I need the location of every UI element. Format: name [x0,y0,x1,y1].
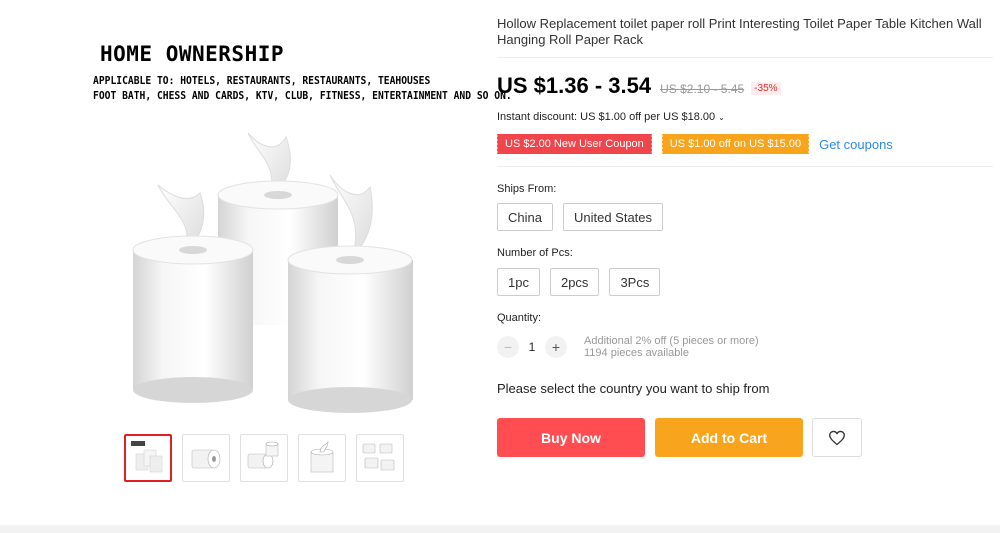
thumbnail-4[interactable] [298,434,346,482]
thumbnail-1[interactable] [124,434,172,482]
ships-from-china[interactable]: China [497,203,553,231]
thumbnail-5[interactable] [356,434,404,482]
original-price: US $2.10 - 5.45 [660,82,745,96]
instant-discount-text: Instant discount: US $1.00 off per US $1… [497,111,716,123]
quantity-stepper: − 1 + Additional 2% off (5 pieces or mor… [497,335,759,359]
thumbnail-rolls-image [362,443,395,471]
thumbnail-roll-image [191,449,221,469]
bulk-discount-note: Additional 2% off (5 pieces or more) [584,335,759,347]
store-coupon[interactable]: US $1.00 off on US $15.00 [660,134,810,154]
image-caption: APPLICABLE TO: HOTELS, RESTAURANTS, REST… [93,74,512,104]
ships-from-united-states[interactable]: United States [562,203,664,231]
divider [497,57,993,58]
image-caption-line-1: APPLICABLE TO: HOTELS, RESTAURANTS, REST… [93,75,431,87]
coupon-row: US $2.00 New User Coupon US $1.00 off on… [496,134,893,154]
toilet-paper-rolls-illustration [132,132,413,413]
new-user-coupon[interactable]: US $2.00 New User Coupon [496,134,652,154]
shipping-message: Please select the country you want to sh… [497,381,770,396]
divider [497,166,993,167]
current-price: US $1.36 - 3.54 [497,73,652,98]
add-to-cart-button[interactable]: Add to Cart [655,418,803,457]
thumbnail-roll-image [310,441,334,473]
main-product-image[interactable]: HOME OWNERSHIP APPLICABLE TO: HOTELS, RE… [88,30,512,415]
ships-from-options: China United States [497,203,664,231]
stock-available-note: 1194 pieces available [584,347,689,359]
price-row: US $1.36 - 3.54 US $2.10 - 5.45 -35% [497,73,781,99]
heart-icon [829,430,845,445]
quantity-increase-button[interactable]: + [545,336,567,358]
image-heading: HOME OWNERSHIP [100,42,285,66]
product-title: Hollow Replacement toilet paper roll Pri… [497,16,982,47]
thumbnail-roll-image [247,441,279,469]
image-gallery: HOME OWNERSHIP APPLICABLE TO: HOTELS, RE… [0,0,512,525]
pieces-option-1pc[interactable]: 1pc [497,268,540,296]
get-coupons-link[interactable]: Get coupons [819,137,893,152]
thumbnail-2[interactable] [182,434,230,482]
pieces-label: Number of Pcs: [497,247,573,259]
quantity-decrease-button[interactable]: − [497,336,519,358]
thumbnail-strip [124,434,404,482]
chevron-down-icon: ⌄ [718,113,725,122]
quantity-note: Additional 2% off (5 pieces or more) 119… [584,335,759,359]
ships-from-label: Ships From: [497,183,557,195]
discount-badge: -35% [751,82,781,95]
pieces-options: 1pc 2pcs 3Pcs [497,268,661,296]
thumbnail-rolls-image [131,441,163,473]
pieces-option-2pcs[interactable]: 2pcs [549,268,600,296]
buy-now-button[interactable]: Buy Now [497,418,645,457]
wishlist-button[interactable] [812,418,862,457]
instant-discount[interactable]: Instant discount: US $1.00 off per US $1… [497,111,725,123]
quantity-value[interactable]: 1 [519,340,545,354]
thumbnail-3[interactable] [240,434,288,482]
page-bottom-band [0,525,1000,533]
image-caption-line-2: FOOT BATH, CHESS AND CARDS, KTV, CLUB, F… [93,90,512,102]
quantity-label: Quantity: [497,312,542,324]
pieces-option-3pcs[interactable]: 3Pcs [609,268,661,296]
